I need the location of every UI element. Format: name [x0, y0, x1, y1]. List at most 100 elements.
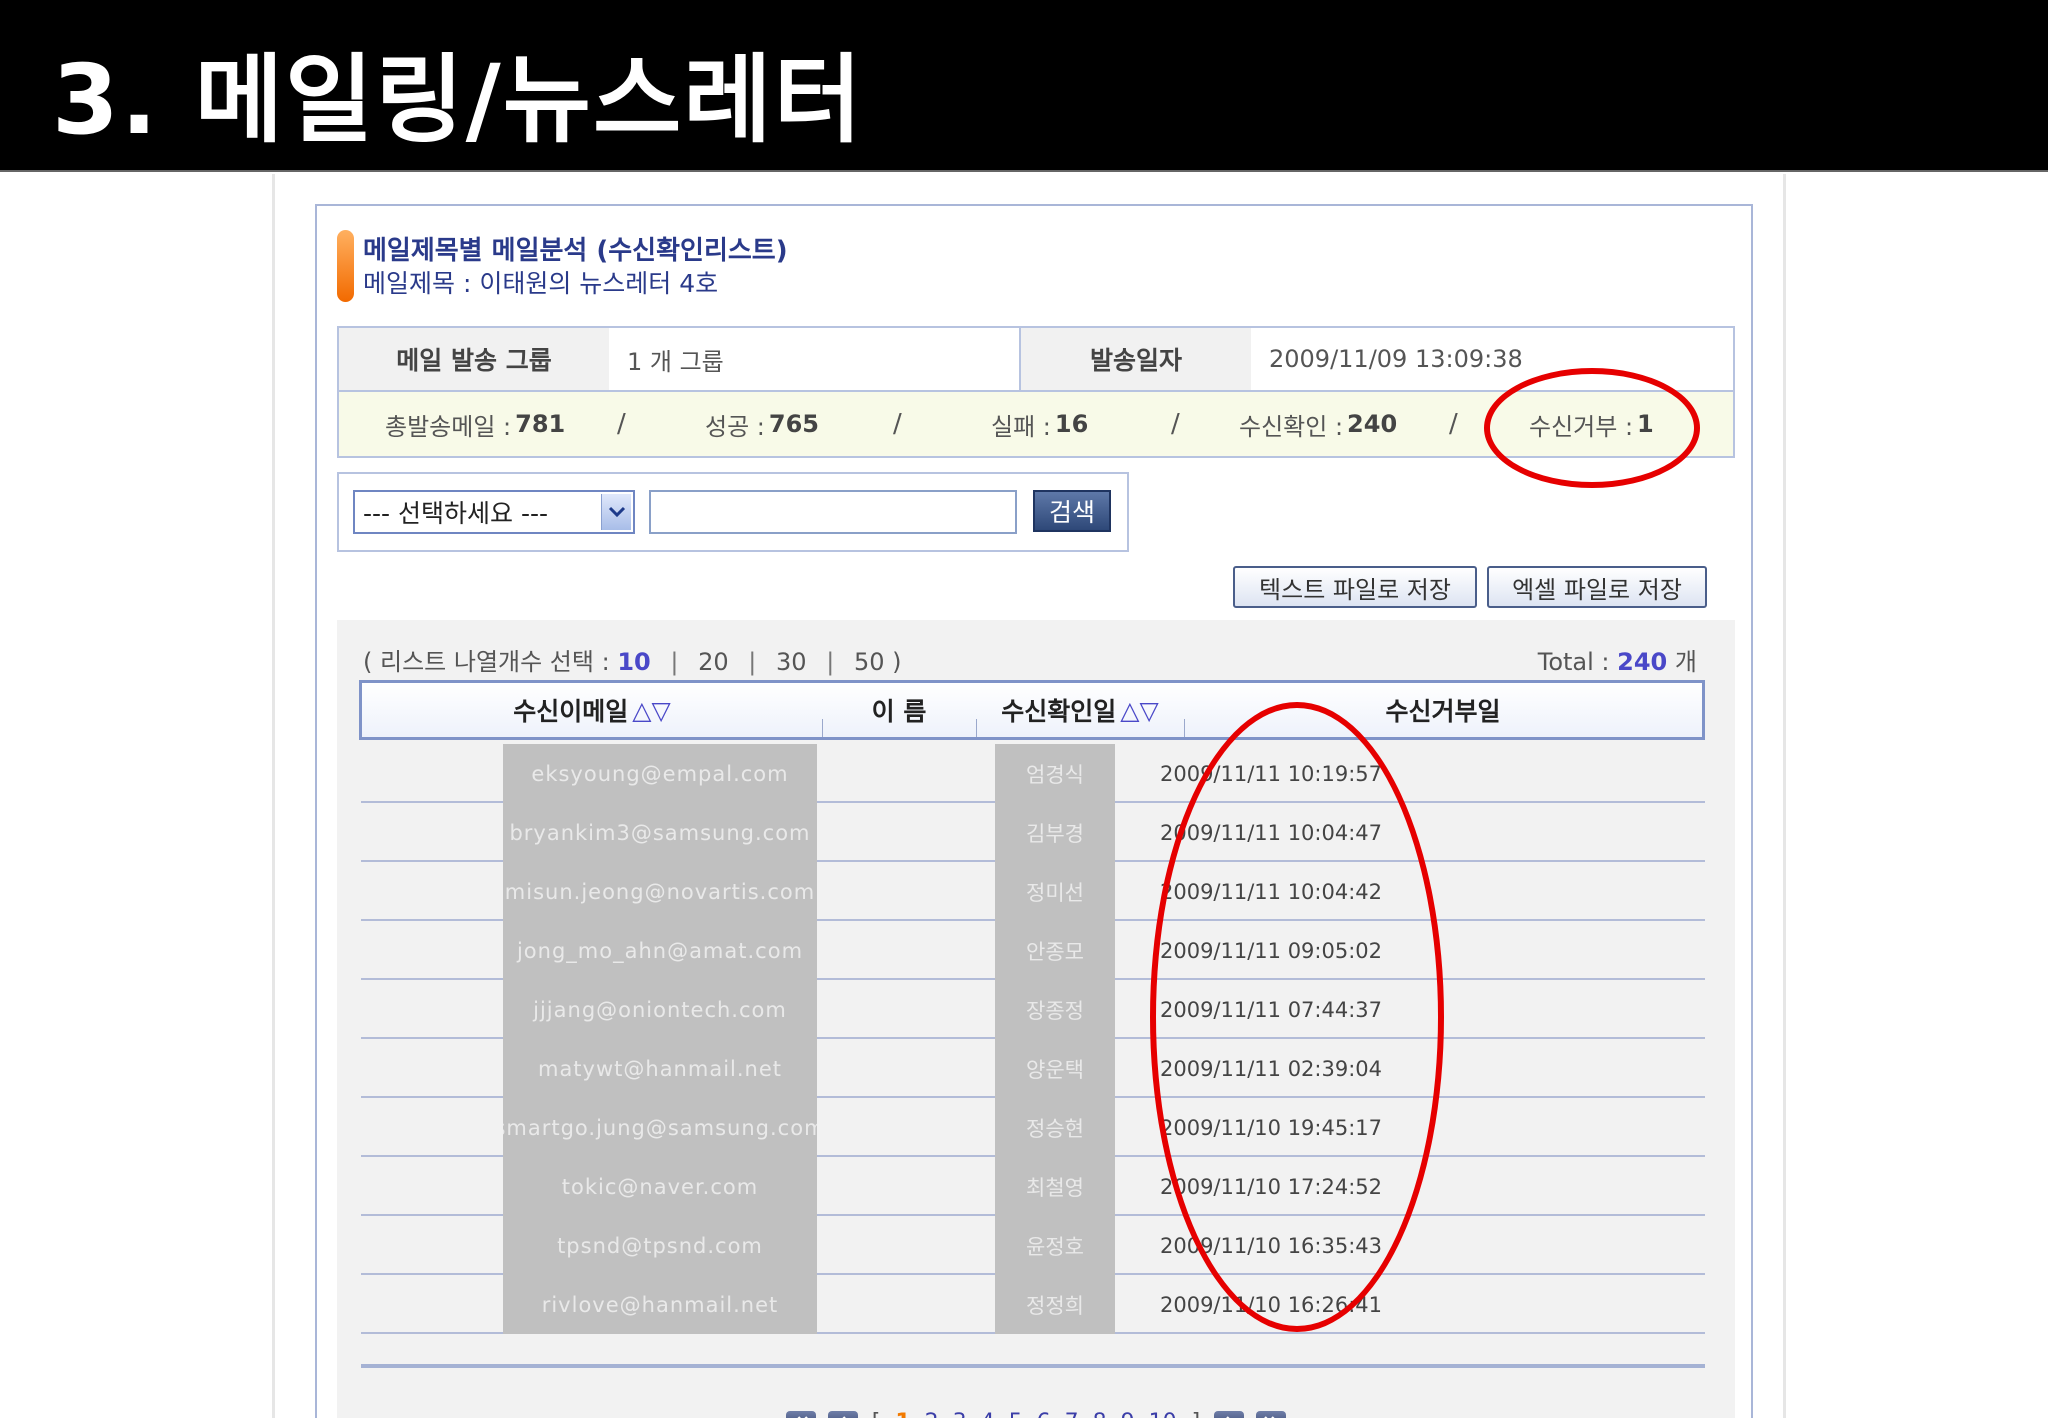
- recipient-name: 윤정호: [1026, 1234, 1084, 1259]
- recipient-name: 엄경식: [1026, 762, 1084, 787]
- highlight-circle-reject-count: [1484, 368, 1700, 488]
- search-input[interactable]: [649, 490, 1017, 534]
- page-size-30[interactable]: 30: [776, 648, 807, 676]
- recipient-name: 정미선: [1026, 880, 1084, 905]
- recipient-email: jjjang@oniontech.com: [533, 997, 787, 1022]
- stat-fail-value: 16: [1054, 410, 1089, 438]
- highlight-circle-confirm-dates: [1150, 702, 1444, 1332]
- report-title: 메일제목별 메일분석 (수신확인리스트): [363, 236, 788, 266]
- stat-fail: 실패 :16: [991, 410, 1089, 441]
- sort-icon[interactable]: △▽: [632, 696, 670, 725]
- table-row: bryankim3@samsung.com 김부경 2009/11/11 10:…: [361, 803, 1705, 862]
- stat-confirm-value: 240: [1347, 410, 1398, 438]
- last-page-icon[interactable]: [1256, 1411, 1287, 1418]
- page-link[interactable]: 3: [953, 1410, 967, 1418]
- table-row: misun.jeong@novartis.com 정미선 2009/11/11 …: [361, 862, 1705, 921]
- page-size-selector: ( 리스트 나열개수 선택 : 10 | 20 | 30 | 50 ): [363, 648, 902, 676]
- reject-date: [1431, 921, 1701, 980]
- table-row: tpsnd@tpsnd.com 윤정호 2009/11/10 16:35:43: [361, 1216, 1705, 1275]
- stat-separator: /: [1171, 409, 1180, 439]
- recipient-email: tpsnd@tpsnd.com: [557, 1233, 763, 1258]
- recipient-email: matywt@hanmail.net: [537, 1056, 783, 1081]
- slide-title-bar: 3. 메일링/뉴스레터: [0, 0, 2048, 172]
- search-button[interactable]: 검색: [1033, 490, 1111, 532]
- table-row: rivlove@hanmail.net 정정희 2009/11/10 16:26…: [361, 1275, 1705, 1334]
- reject-date: [1431, 862, 1701, 921]
- recipient-email: smartgo.jung@samsung.com: [503, 1115, 817, 1140]
- recipient-name: 최철영: [1026, 1175, 1084, 1200]
- table-row: smartgo.jung@samsung.com 정승현 2009/11/10 …: [361, 1098, 1705, 1157]
- page-link[interactable]: 2: [925, 1410, 939, 1418]
- stat-total: 총발송메일 :781: [385, 410, 566, 441]
- recipient-list-area: ( 리스트 나열개수 선택 : 10 | 20 | 30 | 50 ) Tota…: [337, 620, 1735, 1418]
- column-email[interactable]: 수신이메일 △▽: [362, 683, 822, 737]
- stat-separator: /: [1449, 409, 1458, 439]
- recipient-name: 김부경: [1026, 821, 1084, 846]
- group-value: 1 개 그룹: [627, 347, 724, 376]
- recipient-name: 양운택: [1026, 1057, 1084, 1082]
- page-link[interactable]: 10: [1149, 1410, 1177, 1418]
- page-link[interactable]: 8: [1093, 1410, 1107, 1418]
- table-row: jong_mo_ahn@amat.com 안종모 2009/11/11 09:0…: [361, 921, 1705, 980]
- reject-date: [1431, 744, 1701, 803]
- page-link[interactable]: 6: [1037, 1410, 1051, 1418]
- table-row: eksyoung@empal.com 엄경식 2009/11/11 10:19:…: [361, 744, 1705, 803]
- page-link[interactable]: 7: [1065, 1410, 1079, 1418]
- recipient-email: misun.jeong@novartis.com: [504, 879, 816, 904]
- stat-separator: /: [617, 409, 626, 439]
- list-bottom-border: [361, 1364, 1705, 1368]
- recipient-name: 정승현: [1026, 1116, 1084, 1141]
- recipient-name: 정정희: [1026, 1293, 1084, 1318]
- page-size-10[interactable]: 10: [617, 648, 650, 676]
- save-excel-file-button[interactable]: 엑셀 파일로 저장: [1487, 566, 1707, 608]
- save-text-file-button[interactable]: 텍스트 파일로 저장: [1233, 566, 1477, 608]
- stat-separator: /: [893, 409, 902, 439]
- stat-total-value: 781: [515, 410, 566, 438]
- pagination: [ 1 2 3 4 5 6 7 8 9 10 ]: [337, 1404, 1735, 1418]
- slide-title: 3. 메일링/뉴스레터: [52, 44, 864, 156]
- prev-page-icon[interactable]: [827, 1411, 858, 1418]
- page-link[interactable]: 5: [1009, 1410, 1023, 1418]
- reject-date: [1431, 1098, 1701, 1157]
- next-page-icon[interactable]: [1214, 1411, 1245, 1418]
- reject-date: [1431, 1039, 1701, 1098]
- page-size-20[interactable]: 20: [698, 648, 729, 676]
- chevron-down-icon[interactable]: [601, 494, 631, 530]
- reject-date: [1431, 803, 1701, 862]
- table-row: jjjang@oniontech.com 장종정 2009/11/11 07:4…: [361, 980, 1705, 1039]
- table-row: tokic@naver.com 최철영 2009/11/10 17:24:52: [361, 1157, 1705, 1216]
- group-label: 메일 발송 그룹: [339, 328, 609, 390]
- column-confirm-date[interactable]: 수신확인일 △▽: [976, 683, 1184, 737]
- total-count: Total : 240 개: [1537, 648, 1697, 676]
- column-name: 이 름: [871, 697, 927, 726]
- first-page-icon[interactable]: [785, 1411, 816, 1418]
- recipient-email: rivlove@hanmail.net: [541, 1292, 779, 1317]
- select-value: --- 선택하세요 ---: [363, 499, 549, 528]
- title-accent-bar: [337, 230, 354, 302]
- page-link[interactable]: 9: [1121, 1410, 1135, 1418]
- send-date-label: 발송일자: [1019, 328, 1251, 390]
- reject-date: [1431, 1275, 1701, 1334]
- sort-icon[interactable]: △▽: [1120, 696, 1158, 725]
- recipient-email: jong_mo_ahn@amat.com: [516, 938, 804, 963]
- recipient-email: bryankim3@samsung.com: [509, 820, 811, 845]
- reject-date: [1431, 1216, 1701, 1275]
- page-size-50[interactable]: 50: [854, 648, 885, 676]
- recipient-email: eksyoung@empal.com: [531, 761, 789, 786]
- reject-date: [1431, 1157, 1701, 1216]
- search-category-select[interactable]: --- 선택하세요 ---: [353, 490, 635, 534]
- stat-confirm: 수신확인 :240: [1239, 410, 1398, 441]
- page-link-current[interactable]: 1: [895, 1410, 910, 1418]
- stat-success: 성공 :765: [705, 410, 819, 441]
- recipient-email: tokic@naver.com: [561, 1174, 759, 1199]
- search-box: --- 선택하세요 --- 검색: [337, 472, 1129, 552]
- screenshot-frame: 메일제목별 메일분석 (수신확인리스트) 메일제목 : 이태원의 뉴스레터 4호…: [272, 174, 1786, 1418]
- mail-subject: 메일제목 : 이태원의 뉴스레터 4호: [363, 269, 719, 298]
- reject-date: [1431, 980, 1701, 1039]
- stat-success-value: 765: [768, 410, 819, 438]
- recipient-name: 장종정: [1026, 998, 1084, 1023]
- table-row: matywt@hanmail.net 양운택 2009/11/11 02:39:…: [361, 1039, 1705, 1098]
- page-link[interactable]: 4: [981, 1410, 995, 1418]
- list-header: 수신이메일 △▽ 이 름 수신확인일 △▽ 수신거부일: [359, 680, 1705, 740]
- recipient-name: 안종모: [1026, 939, 1084, 964]
